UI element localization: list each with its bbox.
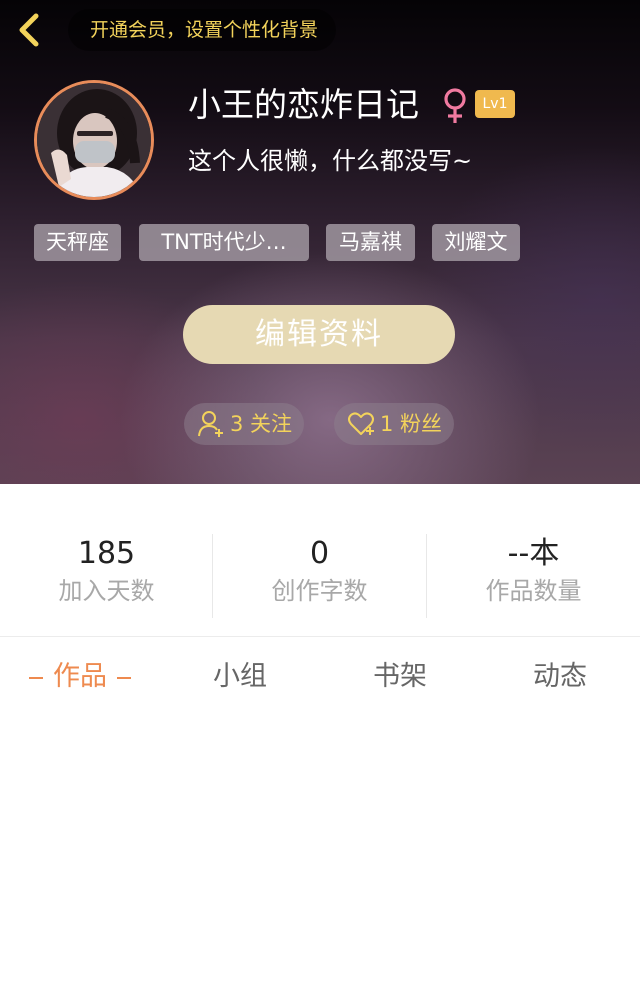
tag-zodiac: 天秤座: [34, 224, 121, 261]
bio-text: 这个人很懒，什么都没写~: [188, 147, 473, 175]
following-button[interactable]: 3 关注: [184, 403, 304, 445]
stat-days-joined: 185 加入天数: [0, 534, 213, 608]
female-symbol-icon: [444, 88, 466, 123]
stat-value: --本: [507, 536, 560, 571]
heart-plus-icon: [348, 412, 374, 435]
stat-works-count: --本 作品数量: [427, 534, 640, 608]
tab-works[interactable]: 作品: [0, 637, 160, 717]
active-dash: [117, 676, 131, 679]
stat-label: 作品数量: [485, 577, 582, 605]
add-user-icon: [198, 411, 223, 437]
tab-bookshelf[interactable]: 书架: [320, 637, 480, 717]
tag-group: TNT时代少…: [139, 224, 309, 261]
tag-idol-2: 刘耀文: [432, 224, 520, 261]
tab-label: 书架: [373, 661, 427, 692]
username: 小王的恋炸日记: [188, 85, 419, 124]
tab-activity[interactable]: 动态: [480, 637, 640, 717]
tab-label: 动态: [533, 661, 587, 692]
stat-label: 加入天数: [58, 577, 155, 605]
stats-row: 185 加入天数 0 创作字数 --本 作品数量: [0, 484, 640, 636]
following-count: 3 关注: [230, 412, 293, 436]
chevron-left-icon: [19, 13, 39, 47]
fans-button[interactable]: 1 粉丝: [334, 403, 454, 445]
tag-idol-1: 马嘉祺: [326, 224, 415, 261]
stat-value: 185: [77, 536, 136, 571]
avatar-photo: [37, 83, 151, 197]
tab-bar: 作品 小组 书架 动态: [0, 636, 640, 718]
fans-count: 1 粉丝: [380, 412, 443, 436]
tab-label: 小组: [213, 661, 267, 692]
tab-content-area: [0, 717, 640, 982]
vip-background-banner[interactable]: 开通会员，设置个性化背景: [68, 9, 337, 51]
profile-header: 开通会员，设置个性化背景 小王的恋炸日记 Lv1 这个人很懒，什么都没写~ 天秤…: [0, 0, 640, 484]
back-button[interactable]: [10, 10, 50, 50]
active-dash: [29, 676, 43, 679]
stat-value: 0: [309, 536, 330, 571]
tab-groups[interactable]: 小组: [160, 637, 320, 717]
stat-words-written: 0 创作字数: [213, 534, 426, 608]
edit-profile-button[interactable]: 编辑资料: [183, 305, 455, 364]
stat-label: 创作字数: [271, 577, 368, 605]
avatar[interactable]: [34, 80, 154, 200]
level-badge: Lv1: [475, 90, 515, 118]
tab-label: 作品: [53, 661, 107, 692]
